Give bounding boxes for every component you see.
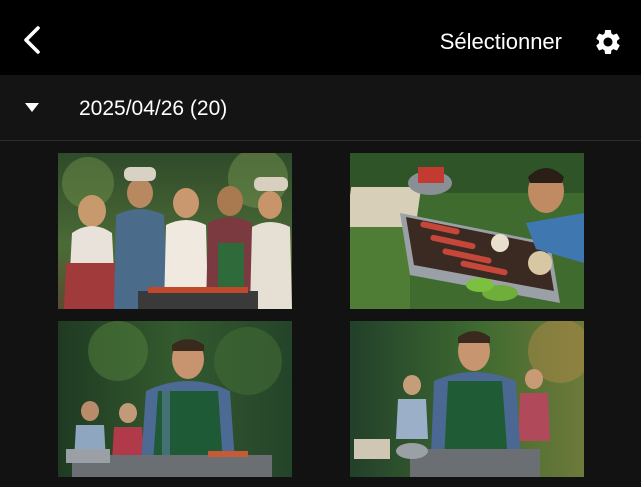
photo-grid [0,141,641,487]
photo-thumbnail[interactable] [58,153,292,309]
top-bar: Sélectionner [0,0,641,75]
photo-album-screen: Sélectionner 2025/04/26 (20) [0,0,641,487]
photo-thumbnail[interactable] [58,321,292,477]
caret-down-icon[interactable] [25,103,39,112]
gear-icon [596,29,620,54]
photo-image [58,153,292,309]
back-button[interactable] [14,22,50,58]
photo-image [58,321,292,477]
date-section-header[interactable]: 2025/04/26 (20) [0,75,641,141]
settings-button[interactable] [592,26,624,58]
chevron-left-icon [24,26,40,54]
photo-thumbnail[interactable] [350,153,584,309]
photo-image [350,321,584,477]
photo-thumbnail[interactable] [350,321,584,477]
photo-image [350,153,584,309]
select-button[interactable]: Sélectionner [440,26,562,58]
date-section-label: 2025/04/26 (20) [79,97,228,120]
